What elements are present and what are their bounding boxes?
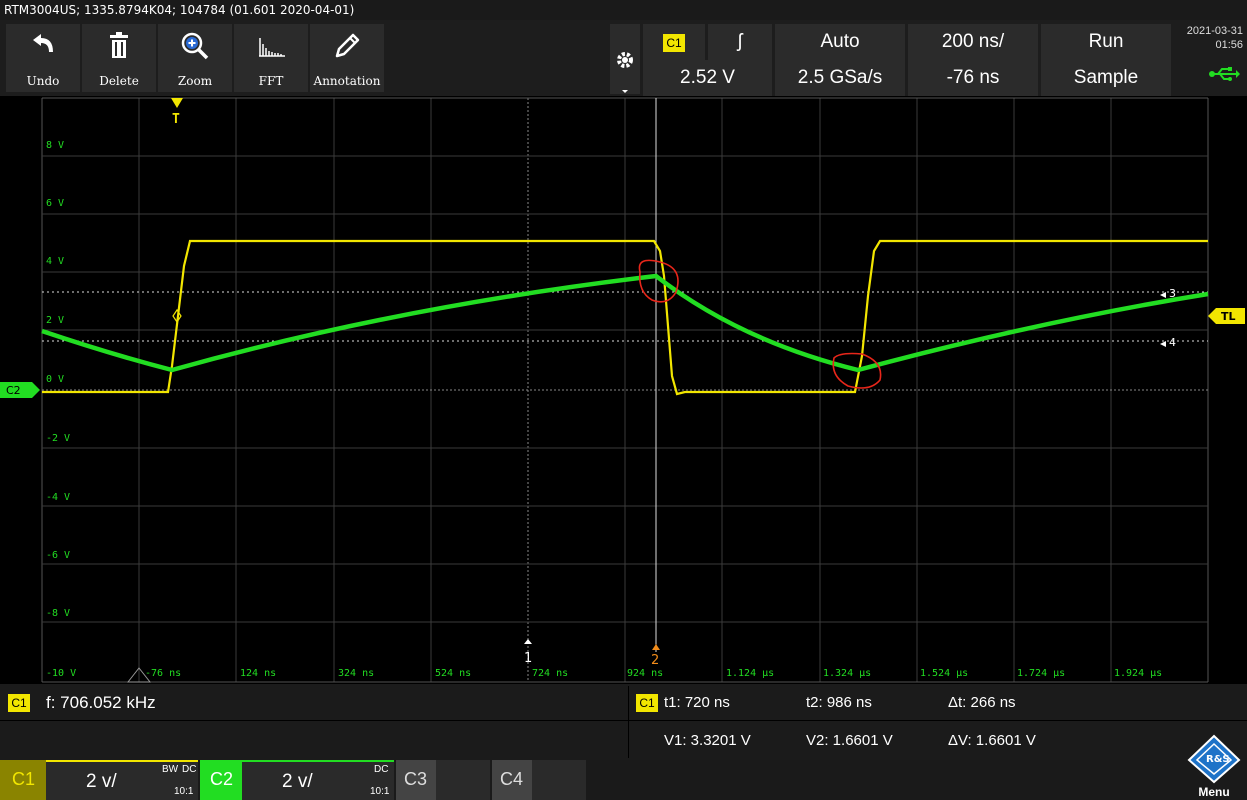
c3-tab[interactable]: C3	[396, 760, 436, 800]
c3-settings[interactable]	[436, 760, 490, 800]
y-label-6v: 6 V	[46, 198, 64, 209]
frequency-readout[interactable]: f: 706.052 kHz	[46, 693, 156, 713]
annotation-label: Annotation	[313, 74, 381, 88]
trigger-level[interactable]: 2.52 V	[643, 60, 772, 96]
x-label-6: 1.124 µs	[726, 668, 774, 679]
y-label-m8v: -8 V	[46, 608, 70, 619]
c3-tab-label: C3	[404, 769, 428, 789]
trigger-mode[interactable]: Auto	[775, 24, 905, 60]
x-label-3: 524 ns	[435, 668, 471, 679]
c1-bw: BW	[162, 764, 179, 775]
fft-label: FFT	[258, 74, 284, 88]
cursor-dv: ΔV: 1.6601 V	[948, 732, 1036, 749]
delete-button[interactable]: Delete	[82, 24, 156, 92]
c1-settings[interactable]: 2 v/ BW DC 10:1	[46, 760, 198, 800]
trigger-level-marker-label: TL	[1221, 310, 1236, 323]
c4-settings[interactable]	[532, 760, 586, 800]
pencil-icon	[335, 33, 360, 58]
cursor-4-label: 4	[1169, 336, 1176, 349]
channel-bar: C1 2 v/ BW DC 10:1 C2 2 v/ DC 10:1 C3 C4	[0, 760, 1247, 800]
zoom-button[interactable]: Zoom	[158, 24, 232, 92]
cursor-1-label[interactable]: 1	[524, 651, 532, 666]
menu-label: Menu	[1198, 785, 1230, 799]
c1-scale: 2 v/	[86, 771, 117, 792]
svg-text:R&S: R&S	[1206, 754, 1230, 765]
c2-scale: 2 v/	[282, 771, 313, 792]
x-label-2: 324 ns	[338, 668, 374, 679]
c2-tab[interactable]: C2	[200, 760, 242, 800]
c2-tab-label: C2	[210, 769, 234, 789]
menu-button[interactable]: R&S Menu	[1187, 734, 1241, 799]
undo-label: Undo	[26, 74, 60, 88]
x-label-4: 724 ns	[532, 668, 568, 679]
cursor-v1[interactable]: V1: 3.3201 V	[664, 732, 751, 749]
trigger-source-badge: C1	[663, 34, 685, 52]
usb-icon	[1209, 67, 1240, 81]
run-stop-button[interactable]: Run	[1041, 24, 1171, 60]
c1-tab[interactable]: C1	[0, 760, 46, 800]
y-label-4v: 4 V	[46, 256, 64, 267]
fft-button[interactable]: FFT	[234, 24, 308, 92]
zoom-icon	[181, 32, 209, 60]
title-bar: RTM3004US; 1335.8794K04; 104784 (01.601 …	[0, 0, 1247, 20]
rising-edge-icon: ʃ	[737, 31, 743, 52]
y-label-m2v: -2 V	[46, 433, 70, 444]
x-label-8: 1.524 µs	[920, 668, 968, 679]
rs-logo-icon: R&S	[1187, 734, 1241, 784]
trigger-slope[interactable]: ʃ	[708, 24, 772, 60]
c2-probe: 10:1	[370, 786, 390, 797]
date: 2021-03-31	[1186, 25, 1243, 37]
settings-button[interactable]	[610, 24, 640, 94]
annotation-button[interactable]: Annotation	[310, 24, 384, 92]
timebase-scale[interactable]: 200 ns/	[908, 24, 1038, 60]
fft-icon	[259, 38, 285, 57]
trash-icon	[110, 32, 128, 58]
sample-rate[interactable]: 2.5 GSa/s	[775, 60, 905, 96]
cursor-t1[interactable]: t1: 720 ns	[664, 694, 730, 711]
x-label-9: 1.724 µs	[1017, 668, 1065, 679]
waveform-display[interactable]: 8 V 6 V 4 V 2 V 0 V -2 V -4 V -6 V -8 V …	[0, 96, 1247, 684]
trigger-source[interactable]: C1	[643, 24, 705, 60]
cursor-2-label[interactable]: 2	[651, 653, 659, 668]
gear-icon	[617, 52, 633, 93]
c4-tab[interactable]: C4	[492, 760, 532, 800]
cursor-3-label: 3	[1169, 287, 1176, 300]
acquisition-mode[interactable]: Sample	[1041, 60, 1171, 96]
y-label-8v: 8 V	[46, 140, 64, 151]
freq-channel-badge: C1	[8, 694, 30, 712]
c1-coupling: DC	[182, 764, 197, 775]
undo-icon	[33, 34, 53, 52]
y-label-m6v: -6 V	[46, 550, 70, 561]
c1-tab-label: C1	[12, 769, 36, 789]
measurement-panel: C1 f: 706.052 kHz C1 t1: 720 ns t2: 986 …	[0, 684, 1247, 760]
c4-tab-label: C4	[500, 769, 524, 789]
cursor-dt: Δt: 266 ns	[948, 694, 1016, 711]
c1-probe: 10:1	[174, 786, 194, 797]
y-label-m4v: -4 V	[46, 492, 70, 503]
datetime: 2021-03-31 01:56	[1173, 24, 1243, 52]
x-label-7: 1.324 µs	[823, 668, 871, 679]
time: 01:56	[1215, 39, 1243, 51]
cursor-t2[interactable]: t2: 986 ns	[806, 694, 872, 711]
y-label-m10v: -10 V	[46, 668, 76, 679]
y-label-0v: 0 V	[46, 374, 64, 385]
y-label-2v: 2 V	[46, 315, 64, 326]
x-label-10: 1.924 µs	[1114, 668, 1162, 679]
zoom-label: Zoom	[177, 74, 213, 88]
undo-button[interactable]: Undo	[6, 24, 80, 92]
horizontal-position[interactable]: -76 ns	[908, 60, 1038, 96]
x-label-5: 924 ns	[627, 668, 663, 679]
cursor-channel-badge: C1	[636, 694, 658, 712]
x-label-1: 124 ns	[240, 668, 276, 679]
delete-label: Delete	[99, 74, 139, 88]
cursor-v2[interactable]: V2: 1.6601 V	[806, 732, 893, 749]
trigger-marker-label: T	[172, 112, 180, 127]
c2-settings[interactable]: 2 v/ DC 10:1	[242, 760, 394, 800]
c2-coupling: DC	[374, 764, 389, 775]
toolbar: Undo Delete Zoom FFT Annotation C1 ʃ Aut…	[0, 20, 1247, 96]
c2-offset-marker-label: C2	[6, 384, 21, 397]
x-label-0: -76 ns	[145, 668, 181, 679]
